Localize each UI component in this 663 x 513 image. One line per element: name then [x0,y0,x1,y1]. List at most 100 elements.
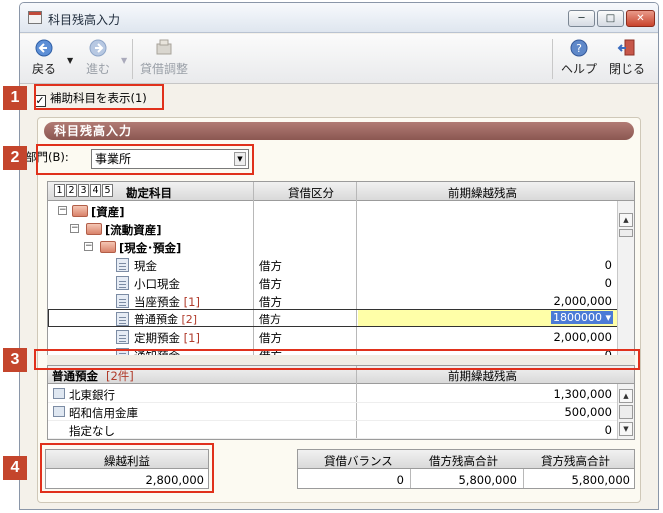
ledger-icon [116,294,129,308]
debit-credit-cell: 借方 [259,295,282,309]
level-3-button[interactable]: 3 [78,184,89,197]
account-name-text: 普通預金 [134,313,178,326]
sub-account-count: [2] [181,313,198,326]
table-row[interactable]: 当座預金 [1] 借方 2,000,000 [48,292,634,310]
debit-total-label: 借方残高合計 [429,454,498,468]
title-bar: 科目残高入力 ─ □ ✕ [20,3,658,33]
sub-account-count: [1] [183,331,200,345]
collapse-icon[interactable]: − [70,224,79,233]
toolbar: 戻る ▼ 進む ▼ 貸借調整 ? ヘルプ 閉じる [20,34,658,84]
table-row[interactable]: 定期預金 [1] 借方 2,000,000 [48,328,634,346]
debit-credit-column-header[interactable]: 貸借区分 [288,185,334,201]
back-button[interactable]: 戻る [26,38,62,77]
close-button[interactable]: 閉じる [605,38,649,77]
balance-cell[interactable]: 2,000,000 [553,294,612,308]
account-column-header[interactable]: 勘定科目 [126,185,172,201]
sub-account-balance[interactable]: 1,300,000 [553,387,612,401]
ledger-icon [116,276,129,290]
ledger-icon [116,312,129,326]
window-title: 科目残高入力 [48,13,121,27]
callout-frame-4 [40,443,214,493]
balance-cell[interactable]: 0 [605,276,612,290]
vertical-scrollbar[interactable]: ▲ [617,201,634,355]
bank-icon [53,388,65,399]
sub-grid-account-title: 普通預金 [52,369,98,383]
marker-2: 2 [3,146,27,170]
vertical-scrollbar[interactable]: ▲ ▼ [617,384,634,439]
table-row[interactable]: 現金 借方 0 [48,256,634,274]
sub-account-balance[interactable]: 500,000 [564,405,612,419]
credit-total-value: 5,800,000 [571,473,630,487]
ledger-icon [116,258,129,272]
table-row[interactable]: − [資産] [48,202,634,220]
marker-4: 4 [3,456,27,480]
bank-icon [53,406,65,417]
sub-grid-count: [2件] [106,369,134,383]
close-window-button[interactable]: ✕ [626,10,655,27]
callout-frame-2 [36,144,254,175]
level-1-button[interactable]: 1 [54,184,65,197]
table-row[interactable]: − [流動資産] [48,220,634,238]
scroll-thumb[interactable] [619,405,633,419]
balance-adjust-label: 貸借調整 [139,62,188,76]
balance-edit-cell[interactable]: 1800000 ▾ [358,310,617,326]
totals-box: 貸借バランス 借方残高合計 貸方残高合計 0 5,800,000 5,800,0… [297,449,635,489]
marker-1: 1 [3,86,27,110]
balance-input[interactable]: 1800000 ▾ [550,311,613,324]
account-name: [流動資産] [105,223,162,237]
debit-credit-cell: 借方 [259,277,282,291]
debit-credit-cell: 借方 [259,259,282,273]
balance-cell[interactable]: 2,000,000 [553,330,612,344]
account-name: [資産] [91,205,125,219]
sub-account-name: 北東銀行 [69,388,115,402]
forward-button[interactable]: 進む [80,38,116,77]
minimize-button[interactable]: ─ [568,10,595,27]
sub-grid-balance-header[interactable]: 前期繰越残高 [448,368,517,384]
level-2-button[interactable]: 2 [66,184,77,197]
help-label: ヘルプ [560,62,597,76]
totals-values: 0 5,800,000 5,800,000 [298,470,634,489]
help-button[interactable]: ? ヘルプ [557,38,601,77]
account-name: [現金･預金] [119,241,182,255]
list-item[interactable]: 北東銀行 1,300,000 [48,385,634,403]
sub-account-count: [1] [183,295,200,309]
scroll-thumb[interactable] [619,229,633,237]
list-item[interactable]: 指定なし 0 [48,421,634,439]
account-name: 現金 [134,259,157,273]
ledger-icon [116,330,129,344]
sub-account-balance[interactable]: 0 [605,423,612,437]
balance-input-value: 1800000 [552,311,602,324]
table-row[interactable]: − [現金･預金] [48,238,634,256]
folder-icon [86,223,102,235]
account-name-text: 定期預金 [134,331,180,345]
forward-arrow-icon [89,39,107,57]
forward-label: 進む [85,62,110,76]
selected-table-row[interactable]: 普通預金 [2] 借方 1800000 ▾ [48,309,634,327]
account-grid: 1 2 3 4 5 勘定科目 貸借区分 前期繰越残高 − [資産] − [流動資… [47,181,635,356]
grid-header: 1 2 3 4 5 勘定科目 貸借区分 前期繰越残高 [48,182,634,201]
scroll-up-icon[interactable]: ▲ [619,213,633,227]
scroll-up-icon[interactable]: ▲ [619,389,633,403]
scroll-down-icon[interactable]: ▼ [619,422,633,436]
toolbar-separator [132,39,133,79]
back-dropdown-icon[interactable]: ▼ [67,56,73,65]
list-item[interactable]: 昭和信用金庫 500,000 [48,403,634,421]
collapse-icon[interactable]: − [58,206,67,215]
folder-icon [100,241,116,253]
table-row[interactable]: 小口現金 借方 0 [48,274,634,292]
level-4-button[interactable]: 4 [90,184,101,197]
balance-cell[interactable]: 0 [605,258,612,272]
balance-value: 0 [396,473,404,487]
level-5-button[interactable]: 5 [102,184,113,197]
toolbar-separator-right [552,39,553,79]
debit-credit-cell: 借方 [259,331,282,345]
opening-balance-column-header[interactable]: 前期繰越残高 [448,185,517,201]
balance-adjust-button[interactable]: 貸借調整 [138,38,190,77]
scale-icon [156,39,172,55]
forward-dropdown-icon[interactable]: ▼ [121,56,127,65]
account-name: 定期預金 [1] [134,330,200,346]
collapse-icon[interactable]: − [84,242,93,251]
folder-icon [72,205,88,217]
maximize-button[interactable]: □ [597,10,624,27]
callout-frame-1 [34,84,164,110]
